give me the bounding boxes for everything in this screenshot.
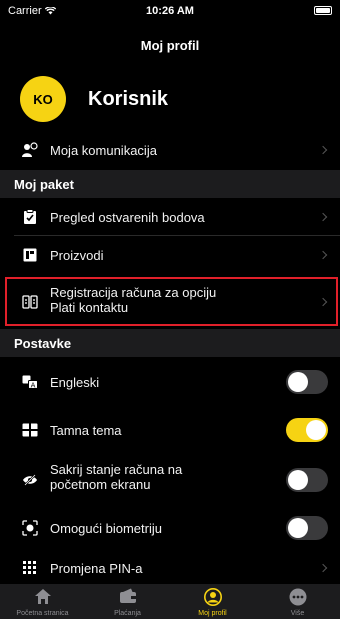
row-biometrics: Omogući biometriju <box>0 506 340 550</box>
chevron-right-icon <box>318 563 328 573</box>
toggle-knob <box>306 420 326 440</box>
profile-icon <box>170 588 255 606</box>
tab-my-profile-label: Moj profil <box>198 610 227 617</box>
language-toggle[interactable] <box>286 370 328 394</box>
svg-text:A: A <box>31 382 36 390</box>
profile-header: KO Korisnik <box>20 74 168 124</box>
avatar[interactable]: KO <box>20 76 66 122</box>
section-my-package-title: Moj paket <box>14 177 74 192</box>
home-icon <box>0 588 85 606</box>
section-settings: Postavke <box>0 329 340 357</box>
tab-home-label: Početna stranica <box>16 610 69 617</box>
battery-icon <box>314 6 332 15</box>
row-products[interactable]: Proizvodi <box>0 236 340 274</box>
biometrics-toggle[interactable] <box>286 516 328 540</box>
chevron-right-icon <box>318 212 328 222</box>
row-language-label: Engleski <box>50 374 100 390</box>
chat-person-icon <box>22 142 38 158</box>
tab-more-label: Više <box>290 610 305 617</box>
dark-theme-toggle[interactable] <box>286 418 328 442</box>
toggle-knob <box>288 470 308 490</box>
clipboard-check-icon <box>22 209 38 225</box>
theme-icon <box>22 422 38 438</box>
row-dark-theme-label: Tamna tema <box>50 422 122 438</box>
page-title: Moj profil <box>140 38 200 53</box>
row-points[interactable]: Pregled ostvarenih bodova <box>0 198 340 236</box>
row-products-label: Proizvodi <box>50 247 104 263</box>
row-communication-label: Moja komunikacija <box>50 142 157 158</box>
row-hide-balance-line1: Sakrij stanje računa na <box>50 462 183 477</box>
section-my-package: Moj paket <box>0 170 340 198</box>
row-hide-balance-label: Sakrij stanje računa na početnom ekranu <box>50 462 182 492</box>
row-language: A Engleski <box>0 360 340 404</box>
wallet-icon <box>85 588 170 606</box>
status-time: 10:26 AM <box>146 5 194 17</box>
row-hide-balance-line2: početnom ekranu <box>50 477 151 492</box>
row-communication[interactable]: Moja komunikacija <box>0 132 340 168</box>
tab-my-profile[interactable]: Moj profil <box>170 584 255 619</box>
eye-off-icon <box>22 472 38 488</box>
tab-payments-label: Plaćanja <box>114 610 141 617</box>
profile-name: Korisnik <box>88 87 169 110</box>
products-icon <box>22 247 38 263</box>
row-points-label: Pregled ostvarenih bodova <box>50 209 205 225</box>
row-biometrics-label: Omogući biometriju <box>50 520 162 536</box>
section-settings-title: Postavke <box>14 336 72 351</box>
toggle-knob <box>288 518 308 538</box>
keypad-icon <box>22 560 38 576</box>
chevron-right-icon <box>318 145 328 155</box>
row-hide-balance: Sakrij stanje računa na početnom ekranu <box>0 456 340 504</box>
face-id-icon <box>22 520 38 536</box>
tab-more[interactable]: Više <box>255 584 340 619</box>
row-change-pin[interactable]: Promjena PIN-a <box>0 552 340 584</box>
tab-home[interactable]: Početna stranica <box>0 584 85 619</box>
tab-bar: Početna stranica Plaćanja Moj profil Viš… <box>0 584 340 619</box>
row-dark-theme: Tamna tema <box>0 408 340 452</box>
tab-payments[interactable]: Plaćanja <box>85 584 170 619</box>
chevron-right-icon <box>318 250 328 260</box>
status-bar: Carrier 10:26 AM <box>0 0 340 22</box>
language-icon: A <box>22 374 38 390</box>
avatar-initials: KO <box>33 91 53 107</box>
hide-balance-toggle[interactable] <box>286 468 328 492</box>
row-change-pin-label: Promjena PIN-a <box>50 560 143 576</box>
highlight-frame <box>5 277 338 326</box>
toggle-knob <box>288 372 308 392</box>
more-icon <box>255 588 340 606</box>
